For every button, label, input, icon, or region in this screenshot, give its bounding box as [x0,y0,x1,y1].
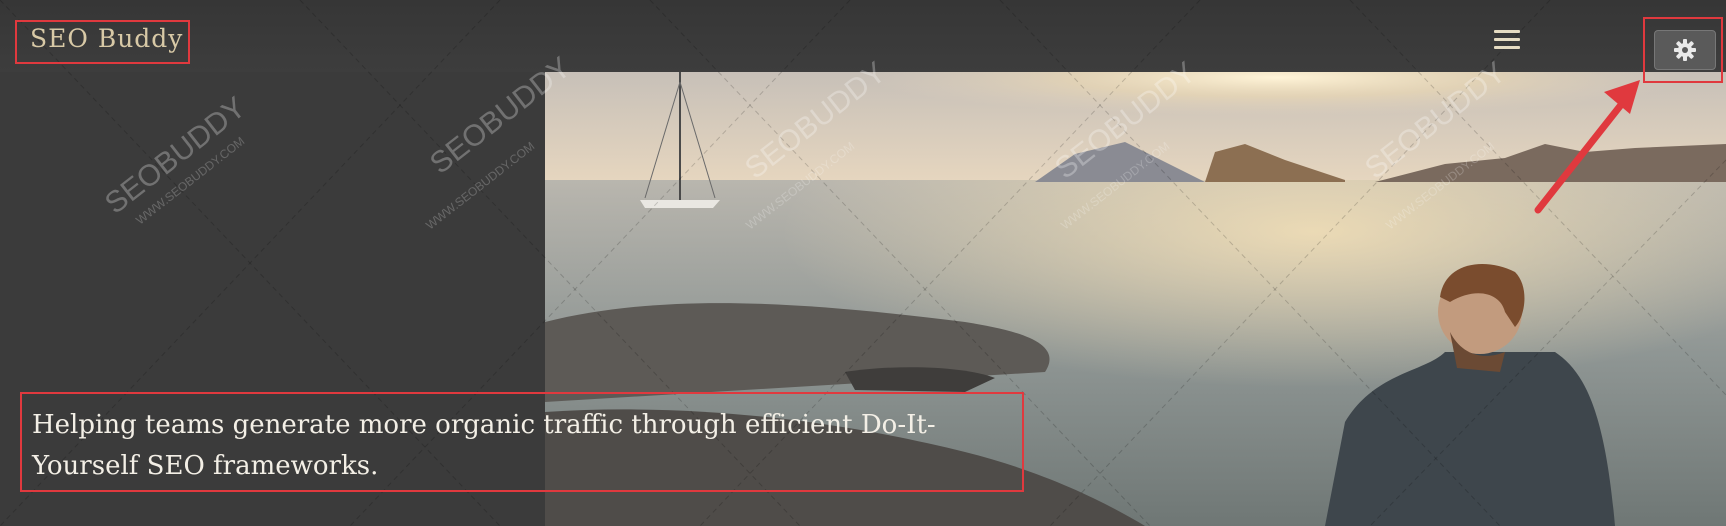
hero-tagline: Helping teams generate more organic traf… [32,410,936,481]
